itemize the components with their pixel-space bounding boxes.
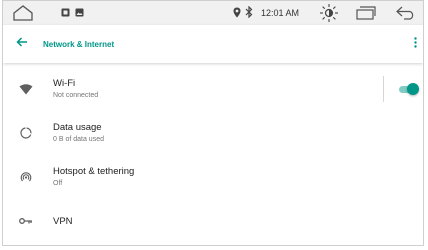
clock-time: 12:01 AM [261,8,300,18]
setting-hotspot[interactable]: Hotspot & tethering Off [3,155,423,199]
location-icon [233,7,241,18]
brightness-icon[interactable] [319,3,339,23]
hotspot-icon [11,155,41,199]
setting-summary: Not connected [53,92,99,99]
back-button[interactable] [3,25,41,63]
screen-frame: 12:01 AM Network & Internet Wi-Fi Not co… [2,0,424,246]
setting-summary: 0 B of data used [53,136,104,143]
setting-label: Hotspot & tethering [53,166,135,177]
setting-label: VPN [53,215,73,227]
notification-icon [61,8,70,17]
bluetooth-icon [245,6,253,18]
setting-wifi[interactable]: Wi-Fi Not connected [3,67,423,111]
arrow-left-icon [16,35,28,53]
settings-list: Wi-Fi Not connected Data usage 0 B of da… [3,67,423,243]
wifi-icon [11,67,41,111]
vpn-key-icon [11,199,41,243]
back-icon[interactable] [396,6,416,20]
recents-icon[interactable] [356,6,376,20]
image-icon [75,8,84,17]
setting-label: Data usage [53,122,102,133]
setting-summary: Off [53,180,63,187]
wifi-toggle[interactable] [397,83,419,95]
toggle-thumb [407,83,419,95]
setting-data-usage[interactable]: Data usage 0 B of data used [3,111,423,155]
setting-label: Wi-Fi [53,78,76,89]
status-bar: 12:01 AM [3,1,423,25]
overflow-menu-button[interactable] [409,25,421,63]
data-usage-icon [11,111,41,155]
page-title: Network & Internet [43,39,115,49]
divider [383,76,384,102]
more-vert-icon [413,35,417,53]
app-bar: Network & Internet [3,25,423,63]
setting-vpn[interactable]: VPN [3,199,423,243]
home-icon[interactable] [13,5,33,21]
